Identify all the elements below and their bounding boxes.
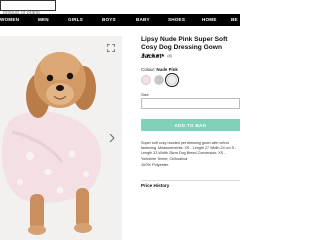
nav-item-boys[interactable]: BOYS	[102, 14, 116, 26]
nav-item-girls[interactable]: GIRLS	[68, 14, 83, 26]
dog-in-dressing-gown-illustration	[0, 36, 122, 240]
fabric-composition: 100% Polyester.	[141, 162, 170, 167]
top-navigation: WOMEN MEN GIRLS BOYS BABY SHOES HOME BE	[0, 14, 240, 26]
swatch-grey[interactable]	[154, 75, 164, 85]
nav-item-men[interactable]: MEN	[38, 14, 49, 26]
rating[interactable]: ★★★★★ (8)	[141, 53, 172, 59]
size-select[interactable]	[141, 98, 240, 109]
chevron-right-icon[interactable]	[107, 133, 117, 143]
colour-label: Colour:	[141, 67, 156, 72]
nav-item-beauty[interactable]: BE	[231, 14, 238, 26]
product-description: Super soft cosy hooded pet dressing gown…	[141, 141, 237, 161]
search-bar[interactable]	[0, 0, 59, 18]
expand-icon[interactable]	[104, 41, 118, 55]
nav-item-shoes[interactable]: SHOES	[168, 14, 185, 26]
swatch-nude-pink[interactable]	[165, 73, 179, 87]
add-to-bag-button[interactable]: ADD TO BAG	[141, 119, 240, 131]
nav-item-baby[interactable]: BABY	[136, 14, 150, 26]
nav-item-home[interactable]: HOME	[202, 14, 217, 26]
colour-value: Nude Pink	[156, 67, 178, 72]
nav-item-women[interactable]: WOMEN	[0, 14, 19, 26]
price-history-toggle[interactable]: Price History	[141, 180, 240, 191]
rating-count: (8)	[167, 54, 173, 58]
colour-swatches	[141, 73, 179, 87]
colour-row: Colour: Nude Pink	[141, 67, 178, 72]
star-rating: ★★★★★	[141, 53, 166, 59]
size-label: Size	[141, 92, 149, 97]
product-image[interactable]	[0, 36, 122, 240]
swatch-pink[interactable]	[141, 75, 151, 85]
